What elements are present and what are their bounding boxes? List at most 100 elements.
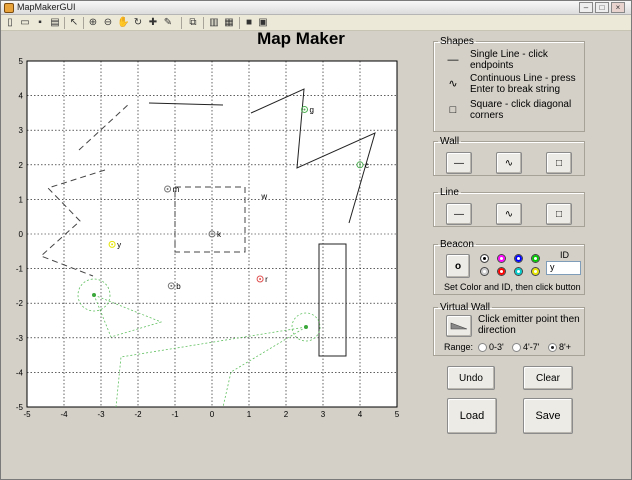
x-tick-label: 0 bbox=[210, 410, 215, 419]
pointer-icon[interactable]: ↖ bbox=[68, 17, 80, 29]
range-label: Range: bbox=[444, 342, 474, 352]
line-panel: Line — ∿ □ bbox=[433, 187, 585, 227]
place-beacon-button[interactable]: o bbox=[446, 254, 470, 278]
maximize-icon[interactable]: □ bbox=[595, 2, 609, 13]
beacon-color-swatch[interactable] bbox=[514, 254, 523, 263]
show-plot-tools-icon[interactable]: ▣ bbox=[257, 17, 269, 29]
beacon-color-swatch[interactable] bbox=[514, 267, 523, 276]
y-tick-label: -4 bbox=[16, 368, 24, 377]
single-line-icon: — bbox=[454, 157, 464, 169]
beacon-icon: o bbox=[454, 260, 462, 272]
save-icon[interactable]: ▪ bbox=[34, 17, 46, 29]
virtual-wall-button[interactable] bbox=[446, 315, 472, 337]
shape-square-text: Square - click diagonal corners bbox=[470, 99, 572, 121]
figure-area: Map Maker -5 -4 -3 -2 -1 0 1 2 3 4 5 5 4 3 2 1 0 -1 -2 -3 -4… bbox=[1, 29, 631, 479]
insert-legend-icon[interactable]: ▦ bbox=[223, 17, 235, 29]
shape-square: □ Square - click diagonal corners bbox=[440, 99, 580, 123]
beacon-color-swatch[interactable] bbox=[497, 267, 506, 276]
data-cursor-icon[interactable]: ✚ bbox=[147, 17, 159, 29]
print-icon[interactable]: ▤ bbox=[49, 17, 61, 29]
shape-single-line: — Single Line - click endpoints bbox=[440, 49, 580, 73]
undo-button[interactable]: Undo bbox=[447, 366, 495, 390]
minimize-icon[interactable]: – bbox=[579, 2, 593, 13]
beacon-color-swatch[interactable] bbox=[497, 254, 506, 263]
y-tick-label: -5 bbox=[16, 403, 24, 412]
x-tick-label: 3 bbox=[321, 410, 326, 419]
x-tick-label: 1 bbox=[247, 410, 252, 419]
beacon-panel-title: Beacon bbox=[440, 239, 474, 250]
brush-icon[interactable]: ✎ bbox=[162, 17, 174, 29]
load-button[interactable]: Load bbox=[447, 398, 497, 434]
wall-panel: Wall — ∿ □ bbox=[433, 136, 585, 176]
x-tick-label: 2 bbox=[284, 410, 289, 419]
y-tick-label: 2 bbox=[19, 161, 24, 170]
new-file-icon[interactable]: ▯ bbox=[4, 17, 16, 29]
wall-continuous-line-button[interactable]: ∿ bbox=[496, 152, 522, 174]
beacon-color-swatch[interactable] bbox=[480, 254, 489, 263]
app-window: MapMakerGUI – □ × ▯ ▭ ▪ ▤ ↖ ⊕ ⊖ ✋ ↻ ✚ ✎ … bbox=[0, 0, 632, 480]
continuous-line-icon: ∿ bbox=[448, 78, 458, 90]
link-icon[interactable]: ⧉ bbox=[187, 17, 199, 29]
zoom-out-icon[interactable]: ⊖ bbox=[102, 17, 114, 29]
square-icon: □ bbox=[555, 208, 563, 220]
y-tick-label: -3 bbox=[16, 334, 24, 343]
x-tick-label: -4 bbox=[60, 410, 68, 419]
line-square-button[interactable]: □ bbox=[546, 203, 572, 225]
open-icon[interactable]: ▭ bbox=[19, 17, 31, 29]
shapes-panel: Shapes — Single Line - click endpoints ∿… bbox=[433, 36, 585, 132]
range-label-4-7: 4'-7' bbox=[523, 342, 540, 352]
beacon-label: r bbox=[265, 275, 268, 284]
insert-colorbar-icon[interactable]: ▥ bbox=[208, 17, 220, 29]
range-radio-0-3[interactable] bbox=[478, 343, 487, 352]
virtual-wall-panel-title: Virtual Wall bbox=[440, 302, 491, 313]
y-tick-label: 1 bbox=[19, 195, 24, 204]
pan-icon[interactable]: ✋ bbox=[117, 17, 129, 29]
range-radio-4-7[interactable] bbox=[512, 343, 521, 352]
x-tick-label: -3 bbox=[97, 410, 105, 419]
beacon-label: g bbox=[310, 105, 314, 114]
id-tag-input[interactable]: y bbox=[546, 261, 581, 275]
beacon-label: b bbox=[176, 282, 181, 291]
x-tick-label: -1 bbox=[171, 410, 179, 419]
shape-continuous-line: ∿ Continuous Line - press Enter to break… bbox=[440, 73, 580, 97]
beacon-color-swatch[interactable] bbox=[531, 267, 540, 276]
beacon-label: m bbox=[173, 185, 180, 194]
hide-plot-tools-icon[interactable]: ■ bbox=[243, 17, 255, 29]
beacon-label: c bbox=[365, 161, 369, 170]
wall-square-button[interactable]: □ bbox=[546, 152, 572, 174]
matlab-figure-icon bbox=[4, 3, 14, 13]
continuous-line-icon: ∿ bbox=[504, 208, 514, 220]
beacon-marker-center bbox=[259, 277, 262, 280]
shapes-panel-title: Shapes bbox=[440, 36, 474, 47]
square-icon: □ bbox=[555, 157, 563, 169]
single-line-icon: — bbox=[447, 54, 459, 66]
virtual-wall-instruction: Click emitter point then direction bbox=[478, 314, 580, 336]
beacon-marker-center bbox=[170, 284, 173, 287]
beacon-marker-center bbox=[211, 233, 213, 235]
x-tick-label: 5 bbox=[395, 410, 400, 419]
range-label-0-3: 0-3' bbox=[489, 342, 504, 352]
zoom-in-icon[interactable]: ⊕ bbox=[87, 17, 99, 29]
y-tick-label: -1 bbox=[16, 265, 24, 274]
wall-panel-title: Wall bbox=[440, 136, 460, 147]
close-icon[interactable]: × bbox=[611, 2, 625, 13]
beacon-w: w bbox=[260, 192, 267, 201]
beacon-marker-center bbox=[111, 243, 114, 246]
continuous-line-icon: ∿ bbox=[504, 157, 514, 169]
square-icon: □ bbox=[449, 104, 457, 116]
x-tick-label: -5 bbox=[23, 410, 31, 419]
rotate-icon[interactable]: ↻ bbox=[132, 17, 144, 29]
clear-button[interactable]: Clear bbox=[523, 366, 573, 390]
x-tick-label: 4 bbox=[358, 410, 363, 419]
beacon-panel: Beacon o ID Tag y Set Color and ID, then… bbox=[433, 239, 585, 295]
range-radio-8-plus[interactable] bbox=[548, 343, 557, 352]
virtual-wall-icon bbox=[450, 322, 468, 330]
save-button[interactable]: Save bbox=[523, 398, 573, 434]
beacon-color-swatch[interactable] bbox=[531, 254, 540, 263]
line-continuous-line-button[interactable]: ∿ bbox=[496, 203, 522, 225]
single-line-icon: — bbox=[454, 208, 464, 220]
wall-single-line-button[interactable]: — bbox=[446, 152, 472, 174]
y-tick-label: 3 bbox=[19, 126, 24, 135]
line-single-line-button[interactable]: — bbox=[446, 203, 472, 225]
beacon-color-swatch[interactable] bbox=[480, 267, 489, 276]
